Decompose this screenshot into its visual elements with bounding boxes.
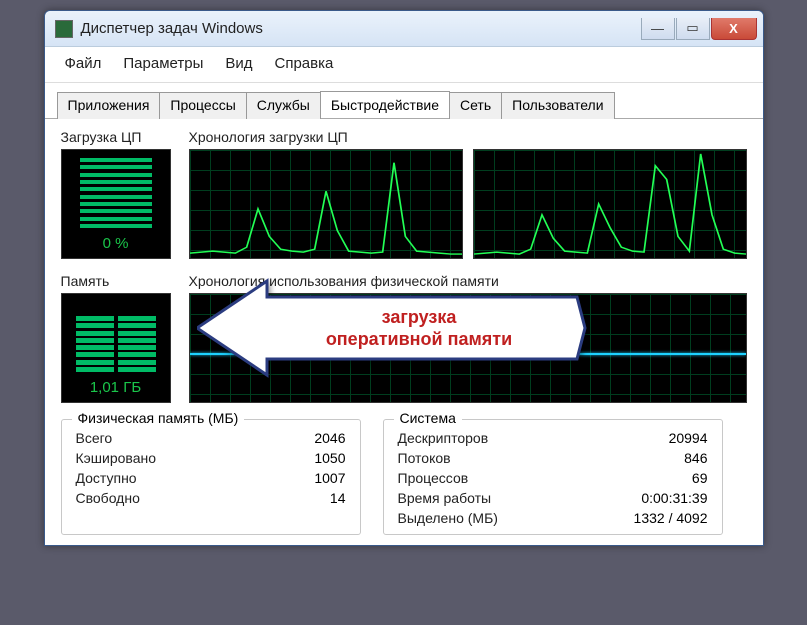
phys-free-value: 14 — [248, 490, 345, 506]
app-icon — [55, 20, 73, 38]
cpu-history-section: Хронология загрузки ЦП — [189, 129, 747, 259]
sys-commit-label: Выделено (МБ) — [398, 510, 553, 526]
sys-handles-value: 20994 — [579, 430, 708, 446]
tab-network[interactable]: Сеть — [449, 92, 502, 119]
titlebar[interactable]: Диспетчер задач Windows — ▭ X — [45, 11, 763, 47]
cpu-gauge-label: Загрузка ЦП — [61, 129, 171, 145]
memory-gauge-label: Память — [61, 273, 171, 289]
cpu-gauge-value: 0 % — [103, 235, 129, 252]
phys-total-value: 2046 — [248, 430, 345, 446]
window-controls: — ▭ X — [641, 18, 757, 40]
memory-history-label: Хронология использования физической памя… — [189, 273, 747, 289]
tab-services[interactable]: Службы — [246, 92, 321, 119]
performance-panel: Загрузка ЦП 0 % Хронология загрузки ЦП — [45, 119, 763, 545]
menubar: Файл Параметры Вид Справка — [45, 47, 763, 83]
sys-uptime-value: 0:00:31:39 — [579, 490, 708, 506]
system-title: Система — [394, 410, 462, 426]
sys-handles-label: Дескрипторов — [398, 430, 553, 446]
memory-gauge: 1,01 ГБ — [61, 293, 171, 403]
sys-threads-label: Потоков — [398, 450, 553, 466]
close-button[interactable]: X — [711, 18, 757, 40]
memory-gauge-value: 1,01 ГБ — [90, 379, 141, 396]
memory-history-chart — [189, 293, 747, 403]
maximize-button[interactable]: ▭ — [676, 18, 710, 40]
phys-total-label: Всего — [76, 430, 223, 446]
cpu-history-chart-core2 — [473, 149, 747, 259]
menu-file[interactable]: Файл — [55, 53, 112, 74]
tab-users[interactable]: Пользователи — [501, 92, 614, 119]
tab-performance[interactable]: Быстродействие — [320, 91, 450, 118]
phys-cached-value: 1050 — [248, 450, 345, 466]
physical-memory-group: Физическая память (МБ) Всего 2046 Кэширо… — [61, 419, 361, 535]
sys-processes-label: Процессов — [398, 470, 553, 486]
window-title: Диспетчер задач Windows — [81, 20, 641, 37]
sys-commit-value: 1332 / 4092 — [579, 510, 708, 526]
menu-options[interactable]: Параметры — [113, 53, 213, 74]
menu-help[interactable]: Справка — [265, 53, 344, 74]
tab-processes[interactable]: Процессы — [159, 92, 246, 119]
menu-view[interactable]: Вид — [215, 53, 262, 74]
cpu-history-label: Хронология загрузки ЦП — [189, 129, 747, 145]
phys-cached-label: Кэшировано — [76, 450, 223, 466]
memory-history-section: Хронология использования физической памя… — [189, 273, 747, 403]
system-group: Система Дескрипторов 20994 Потоков 846 П… — [383, 419, 723, 535]
memory-gauge-section: Память 1,01 ГБ — [61, 273, 171, 403]
phys-available-label: Доступно — [76, 470, 223, 486]
minimize-button[interactable]: — — [641, 18, 675, 40]
cpu-history-chart-core1 — [189, 149, 463, 259]
cpu-gauge-section: Загрузка ЦП 0 % — [61, 129, 171, 259]
cpu-gauge: 0 % — [61, 149, 171, 259]
task-manager-window: Диспетчер задач Windows — ▭ X Файл Парам… — [44, 10, 764, 546]
physical-memory-title: Физическая память (МБ) — [72, 410, 245, 426]
tabstrip: Приложения Процессы Службы Быстродействи… — [45, 83, 763, 119]
sys-uptime-label: Время работы — [398, 490, 553, 506]
phys-available-value: 1007 — [248, 470, 345, 486]
tab-applications[interactable]: Приложения — [57, 92, 161, 119]
sys-threads-value: 846 — [579, 450, 708, 466]
sys-processes-value: 69 — [579, 470, 708, 486]
phys-free-label: Свободно — [76, 490, 223, 506]
